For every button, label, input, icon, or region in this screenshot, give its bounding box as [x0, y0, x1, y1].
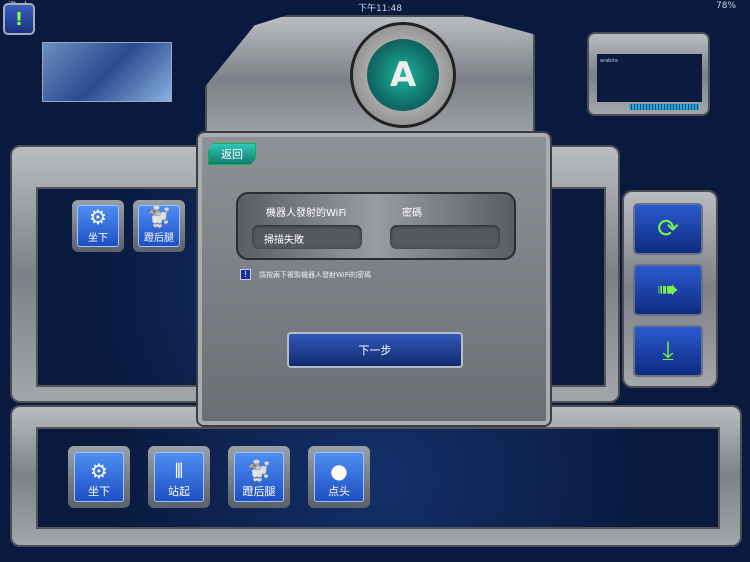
action-sit-button[interactable]: ⚙ 坐下: [72, 200, 124, 252]
wifi-slot: 機器人發射的WiFi 密碼 掃描失敗: [236, 192, 516, 260]
ball-icon: ●: [330, 459, 348, 483]
action-kick-button[interactable]: 🐩 蹬后腿: [133, 200, 185, 252]
wifi-label: 機器人發射的WiFi: [266, 208, 347, 219]
password-input[interactable]: [390, 225, 500, 249]
bottom-action-sit-button[interactable]: ⚙ 坐下: [68, 446, 130, 508]
video-screen: arabira: [597, 54, 702, 102]
info-icon: !: [240, 269, 251, 280]
logo: A: [350, 22, 456, 128]
bottom-action-nod-button[interactable]: ● 点头: [308, 446, 370, 508]
action-label: 点头: [328, 485, 350, 498]
status-time: 下午11:48: [358, 4, 402, 14]
robot-arm-icon: ⚙: [89, 205, 107, 229]
forward-button[interactable]: ➠: [633, 264, 703, 316]
action-label: 蹬后腿: [144, 233, 174, 244]
video-panel: arabira: [587, 32, 710, 116]
refresh-icon: ⟳: [657, 214, 679, 244]
dog-icon: 🐩: [246, 459, 272, 483]
wifi-input[interactable]: 掃描失敗: [252, 225, 362, 249]
dog-icon: 🐩: [146, 205, 172, 229]
action-label: 坐下: [88, 233, 108, 244]
robot-arm-icon: ⚙: [90, 459, 108, 483]
next-button[interactable]: 下一步: [287, 332, 463, 368]
download-icon: ⤓: [662, 335, 674, 366]
video-progress[interactable]: [629, 104, 699, 110]
status-battery: 78%: [716, 1, 737, 11]
bottom-action-kick-button[interactable]: 🐩 蹬后腿: [228, 446, 290, 508]
back-button[interactable]: 返回: [208, 143, 256, 165]
robot-image-thumbnail[interactable]: [42, 42, 172, 102]
password-label: 密碼: [402, 208, 422, 219]
wifi-dialog: 返回 機器人發射的WiFi 密碼 掃描失敗 ! 請按兩下複製機器人發射WiFi的…: [196, 131, 552, 427]
video-caption: arabira: [600, 58, 618, 64]
alert-button[interactable]: !: [3, 3, 35, 35]
action-label: 坐下: [88, 485, 110, 498]
arrow-right-icon: ➠: [657, 275, 679, 305]
download-button[interactable]: ⤓: [633, 325, 703, 377]
bottom-action-stand-button[interactable]: ⫴ 站起: [148, 446, 210, 508]
legs-icon: ⫴: [174, 459, 184, 483]
refresh-button[interactable]: ⟳: [633, 203, 703, 255]
bottom-panel-area: [36, 427, 720, 529]
action-label: 蹬后腿: [242, 485, 276, 498]
logo-letter: A: [367, 39, 439, 111]
notice-text: 請按兩下複製機器人發射WiFi的密碼: [259, 271, 372, 279]
action-label: 站起: [168, 485, 190, 498]
